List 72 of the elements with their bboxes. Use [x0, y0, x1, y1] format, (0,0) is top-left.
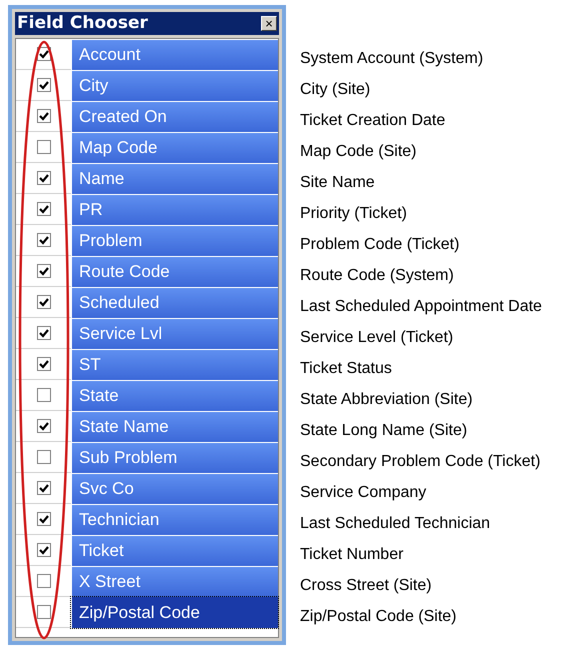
- field-description: City (Site): [300, 80, 370, 100]
- field-description: State Abbreviation (Site): [300, 390, 473, 410]
- field-description: Last Scheduled Technician: [300, 514, 490, 534]
- field-name[interactable]: Technician: [71, 504, 278, 535]
- checkbox[interactable]: [36, 605, 50, 619]
- field-name[interactable]: State Name: [71, 411, 278, 442]
- field-name[interactable]: Problem: [71, 225, 278, 256]
- field-name[interactable]: Account: [71, 39, 278, 70]
- checkbox[interactable]: [36, 295, 50, 309]
- checkbox[interactable]: [36, 78, 50, 92]
- field-name[interactable]: Sub Problem: [71, 442, 278, 473]
- field-description: Ticket Creation Date: [300, 110, 446, 130]
- checkbox[interactable]: [36, 109, 50, 123]
- field-description: Priority (Ticket): [300, 204, 407, 224]
- checkbox[interactable]: [36, 388, 50, 402]
- close-button[interactable]: ×: [261, 16, 277, 31]
- check-icon: [38, 514, 48, 524]
- field-description: State Long Name (Site): [300, 420, 468, 440]
- check-icon: [38, 328, 48, 338]
- field-description: Zip/Postal Code (Site): [300, 606, 457, 626]
- field-name[interactable]: Created On: [71, 101, 278, 132]
- check-icon: [38, 360, 48, 368]
- field-description: Cross Street (Site): [300, 576, 432, 596]
- field-name[interactable]: Map Code: [71, 132, 278, 163]
- check-icon: [38, 112, 48, 120]
- field-name[interactable]: ST: [71, 349, 278, 380]
- checkbox[interactable]: [36, 357, 50, 371]
- checkbox[interactable]: [36, 202, 50, 216]
- checkbox[interactable]: [36, 512, 50, 526]
- field-description: Map Code (Site): [300, 142, 416, 162]
- checkbox[interactable]: [36, 264, 50, 278]
- field-description: System Account (System): [300, 48, 484, 68]
- checkbox[interactable]: [36, 450, 50, 464]
- checkbox[interactable]: [36, 233, 50, 247]
- checkbox[interactable]: [36, 543, 50, 557]
- check-icon: [38, 298, 48, 306]
- field-name[interactable]: Svc Co: [71, 473, 278, 504]
- field-name[interactable]: PR: [71, 194, 278, 225]
- field-name[interactable]: Zip/Postal Code: [71, 597, 278, 628]
- field-description: Ticket Status: [300, 358, 392, 378]
- field-description: Site Name: [300, 172, 375, 192]
- check-icon: [38, 546, 48, 554]
- checkbox[interactable]: [36, 140, 50, 154]
- checkbox[interactable]: [36, 419, 50, 433]
- check-icon: [38, 80, 48, 90]
- field-description: Service Company: [300, 482, 426, 502]
- field-description: Route Code (System): [300, 266, 454, 286]
- field-description: Problem Code (Ticket): [300, 234, 460, 254]
- field-description: Secondary Problem Code (Ticket): [300, 452, 540, 472]
- window-title: Field Chooser: [17, 12, 148, 35]
- check-icon: [38, 266, 48, 276]
- field-name[interactable]: Route Code: [71, 256, 278, 287]
- field-name[interactable]: State: [71, 380, 278, 411]
- field-description: Service Level (Ticket): [300, 328, 454, 348]
- check-icon: [38, 422, 48, 430]
- checkbox[interactable]: [36, 574, 50, 588]
- field-name[interactable]: Ticket: [71, 535, 278, 566]
- check-icon: [38, 50, 48, 58]
- check-icon: [38, 204, 48, 214]
- checkbox[interactable]: [36, 171, 50, 185]
- field-name[interactable]: Scheduled: [71, 287, 278, 318]
- check-icon: [38, 236, 48, 244]
- field-description: Last Scheduled Appointment Date: [300, 296, 542, 316]
- checkbox[interactable]: [36, 326, 50, 340]
- check-icon: [38, 174, 48, 182]
- field-name[interactable]: X Street: [71, 566, 278, 597]
- checkbox[interactable]: [36, 481, 50, 495]
- field-description: Ticket Number: [300, 544, 404, 564]
- field-name[interactable]: City: [71, 70, 278, 101]
- check-icon: [38, 484, 48, 492]
- field-name[interactable]: Service Lvl: [71, 318, 278, 349]
- field-name[interactable]: Name: [71, 163, 278, 194]
